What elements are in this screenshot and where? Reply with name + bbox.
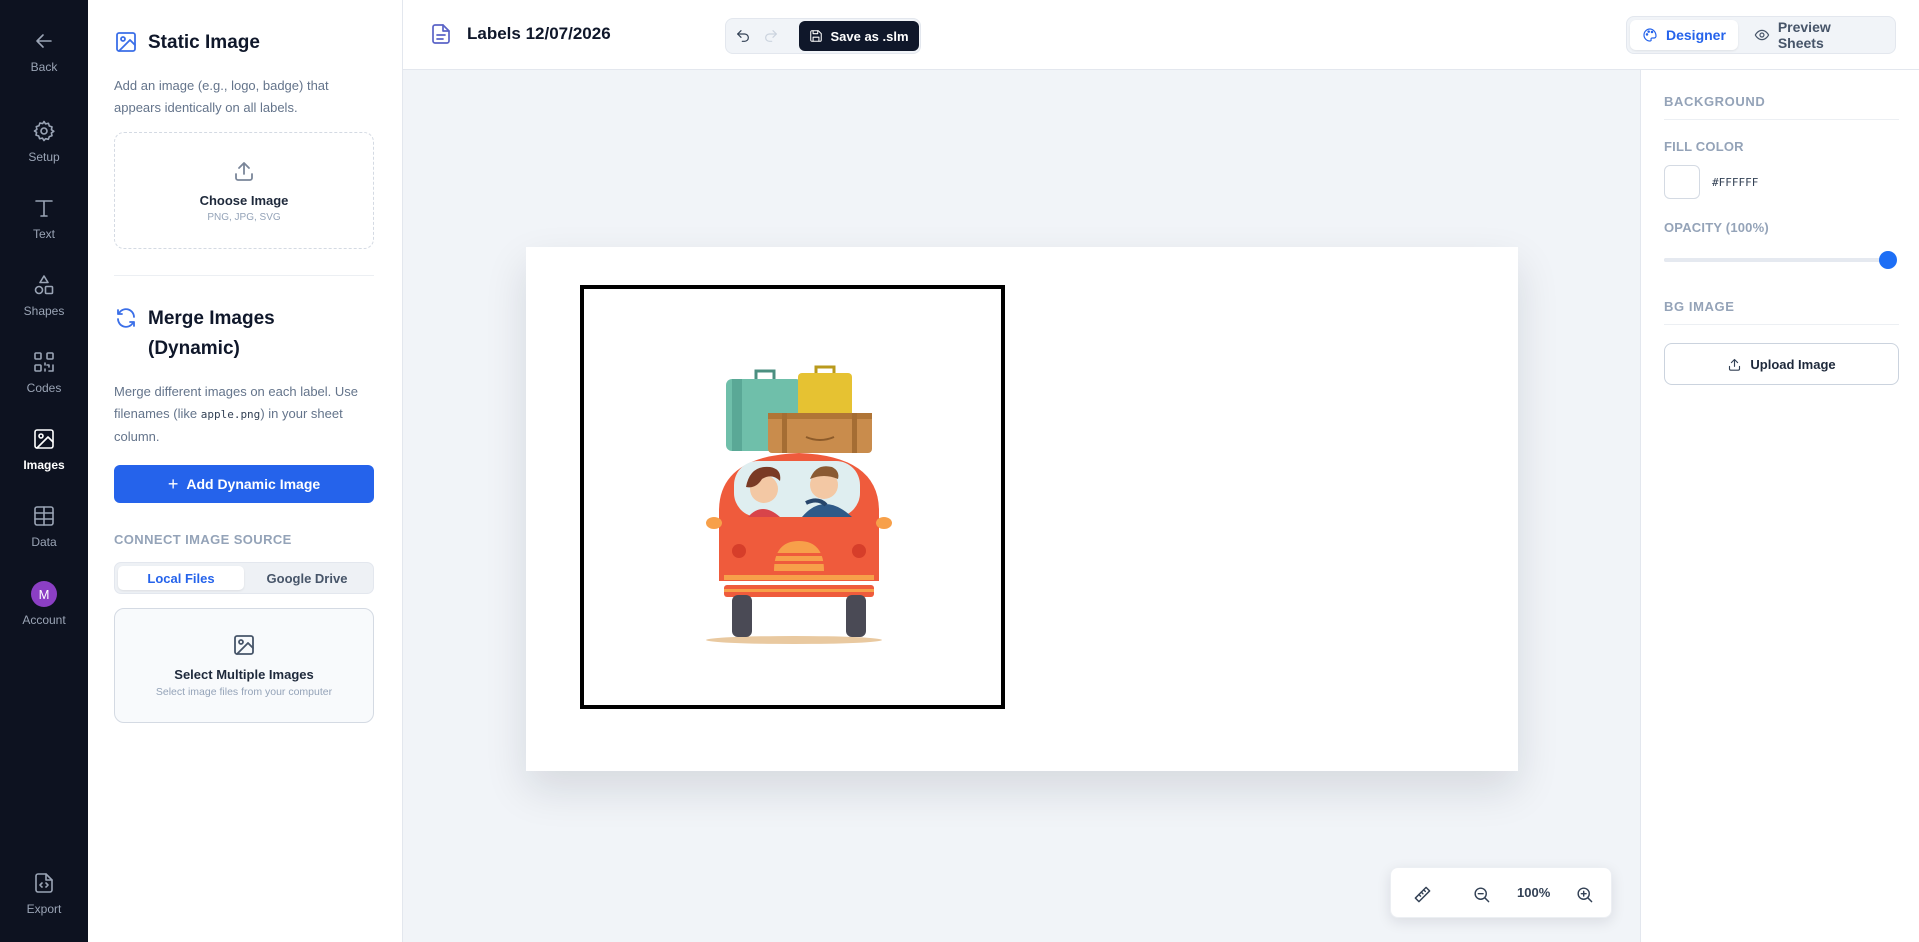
save-label: Save as .slm: [830, 28, 909, 44]
properties-panel: BACKGROUND FILL COLOR #FFFFFF OPACITY (1…: [1640, 70, 1919, 942]
shapes-icon: [31, 272, 57, 298]
arrow-left-icon: [31, 28, 57, 54]
merge-images-header: Merge Images (Dynamic): [114, 304, 298, 364]
section-divider: [114, 275, 374, 276]
tab-local-files[interactable]: Local Files: [118, 566, 244, 590]
section-title: Merge Images (Dynamic): [148, 308, 275, 359]
filename-example: apple.png: [200, 408, 261, 421]
image-element[interactable]: [580, 285, 1005, 709]
preview-sheets-label: Preview Sheets: [1777, 19, 1831, 51]
zoom-level: 100%: [1517, 885, 1551, 900]
car-travel-illustration: [706, 365, 892, 644]
zoom-in-button[interactable]: [1573, 883, 1595, 905]
zoom-out-button[interactable]: [1470, 883, 1492, 905]
zoom-out-icon: [1473, 886, 1489, 902]
avatar: M: [31, 581, 57, 607]
image-icon: [31, 426, 57, 452]
upload-icon: [235, 161, 253, 181]
nav-item-text[interactable]: Text: [0, 195, 88, 265]
save-icon: [810, 30, 823, 42]
opacity-slider[interactable]: [1664, 251, 1897, 269]
nav-rail: Back Setup Text Shapes Codes Images Data…: [0, 0, 88, 942]
back-label: Back: [30, 60, 58, 74]
nav-label: Setup: [28, 150, 60, 164]
table-icon: [31, 503, 57, 529]
nav-item-codes[interactable]: Codes: [0, 349, 88, 419]
nav-item-account[interactable]: M Account: [0, 581, 88, 651]
designer-label: Designer: [1666, 27, 1726, 43]
ruler-toggle-button[interactable]: [1411, 883, 1433, 905]
plus-icon: +: [167, 474, 179, 494]
fill-color-swatch[interactable]: [1664, 165, 1700, 199]
upload-image-label: Upload Image: [1750, 356, 1836, 372]
choose-image-dropzone[interactable]: Choose Image PNG, JPG, SVG: [114, 132, 374, 249]
undo-button[interactable]: [733, 26, 753, 46]
code-file-icon: [31, 870, 57, 896]
tab-google-drive[interactable]: Google Drive: [244, 566, 370, 590]
eye-icon: [1754, 29, 1770, 41]
add-dynamic-image-label: Add Dynamic Image: [186, 476, 321, 492]
nav-label: Images: [23, 458, 65, 472]
tab-designer[interactable]: Designer: [1630, 20, 1738, 50]
image-icon: [116, 32, 136, 52]
nav-label: Export: [26, 902, 62, 916]
slider-thumb[interactable]: [1879, 251, 1897, 269]
merge-images-description: Merge different images on each label. Us…: [114, 381, 374, 448]
upload-image-button[interactable]: Upload Image: [1664, 343, 1899, 385]
tab-preview-sheets[interactable]: Preview Sheets: [1742, 19, 1892, 51]
document-icon: [432, 24, 450, 44]
choose-image-title: Choose Image: [199, 192, 289, 208]
nav-label: Data: [31, 535, 57, 549]
opacity-heading: OPACITY (100%): [1664, 220, 1769, 235]
images-panel: Static Image Add an image (e.g., logo, b…: [88, 0, 403, 942]
image-icon: [234, 635, 254, 655]
section-divider: [1664, 119, 1899, 120]
zoom-in-icon: [1576, 886, 1592, 902]
section-title: Static Image: [148, 32, 260, 53]
select-multiple-sub: Select image files from your computer: [155, 686, 333, 698]
nav-item-shapes[interactable]: Shapes: [0, 272, 88, 342]
text-icon: [31, 195, 57, 221]
palette-icon: [1643, 28, 1657, 42]
mode-switcher: Designer Preview Sheets: [1626, 16, 1896, 54]
back-button[interactable]: Back: [0, 28, 88, 98]
undo-icon: [737, 30, 749, 42]
document-title-area: Labels 12/07/2026: [429, 22, 611, 46]
add-dynamic-image-button[interactable]: + Add Dynamic Image: [114, 465, 374, 503]
nav-label: Text: [32, 227, 55, 241]
bg-image-heading: BG IMAGE: [1664, 299, 1735, 314]
qr-code-icon: [31, 349, 57, 375]
choose-image-formats: PNG, JPG, SVG: [207, 211, 281, 223]
gear-icon: [31, 118, 57, 144]
label-canvas[interactable]: [526, 247, 1518, 771]
ruler-icon: [1414, 886, 1430, 902]
static-image-header: Static Image: [114, 28, 260, 58]
history-toolbar: Save as .slm: [725, 18, 921, 54]
nav-item-data[interactable]: Data: [0, 503, 88, 573]
nav-item-images[interactable]: Images: [0, 426, 88, 496]
select-multiple-images-dropzone[interactable]: Select Multiple Images Select image file…: [114, 608, 374, 723]
refresh-icon: [117, 308, 135, 328]
fill-color-heading: FILL COLOR: [1664, 139, 1744, 154]
image-source-heading: CONNECT IMAGE SOURCE: [114, 532, 292, 547]
redo-icon: [765, 30, 777, 42]
redo-button[interactable]: [761, 26, 781, 46]
image-source-tabs: Local Files Google Drive: [114, 562, 374, 594]
save-button[interactable]: Save as .slm: [799, 21, 919, 51]
section-divider: [1664, 324, 1899, 325]
nav-label: Account: [22, 613, 66, 627]
export-button[interactable]: Export: [0, 870, 88, 940]
nav-item-setup[interactable]: Setup: [0, 118, 88, 188]
background-heading: BACKGROUND: [1664, 94, 1766, 109]
select-multiple-title: Select Multiple Images: [174, 667, 314, 682]
document-title: Labels 12/07/2026: [467, 24, 611, 43]
zoom-toolbar: 100%: [1390, 867, 1612, 918]
fill-color-hex: #FFFFFF: [1712, 176, 1759, 189]
nav-label: Codes: [26, 381, 62, 395]
slider-fill: [1664, 258, 1888, 262]
static-image-description: Add an image (e.g., logo, badge) that ap…: [114, 78, 329, 115]
upload-icon: [1729, 358, 1741, 371]
nav-label: Shapes: [23, 304, 65, 318]
top-bar: Labels 12/07/2026 Save as .slm Designer …: [403, 0, 1919, 70]
